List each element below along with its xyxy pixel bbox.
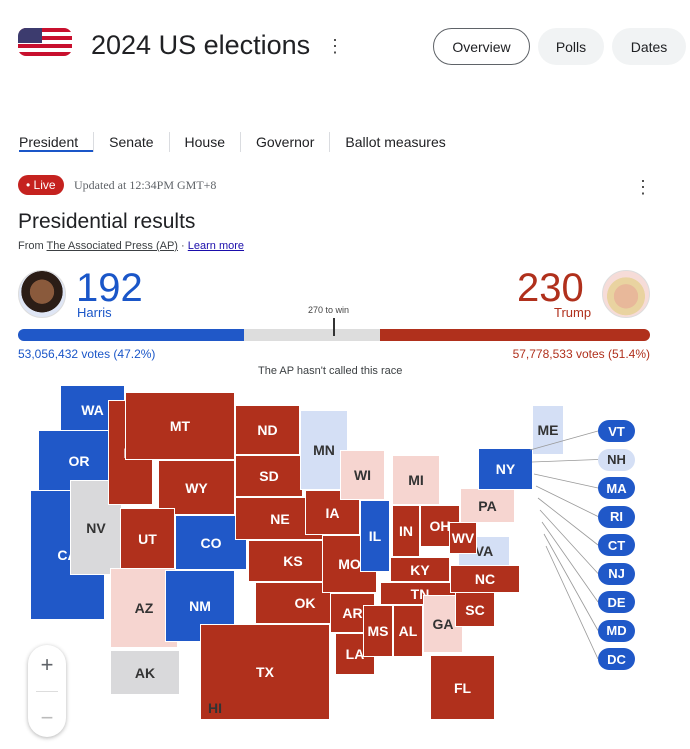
- leader-line: [529, 430, 599, 451]
- leader-line: [535, 485, 599, 517]
- leader-line: [545, 545, 599, 660]
- leader-line: [531, 459, 599, 463]
- map-zoom-controls: + −: [28, 645, 66, 737]
- leader-line: [533, 473, 599, 489]
- zoom-out-button[interactable]: −: [41, 705, 54, 731]
- zoom-in-button[interactable]: +: [41, 652, 54, 678]
- leader-line: [537, 497, 599, 546]
- small-state-leader-lines: [529, 430, 599, 660]
- zoom-divider: [36, 690, 58, 692]
- leader-line: [543, 533, 599, 631]
- win-threshold-marker: [333, 318, 335, 336]
- leader-line: [541, 521, 599, 603]
